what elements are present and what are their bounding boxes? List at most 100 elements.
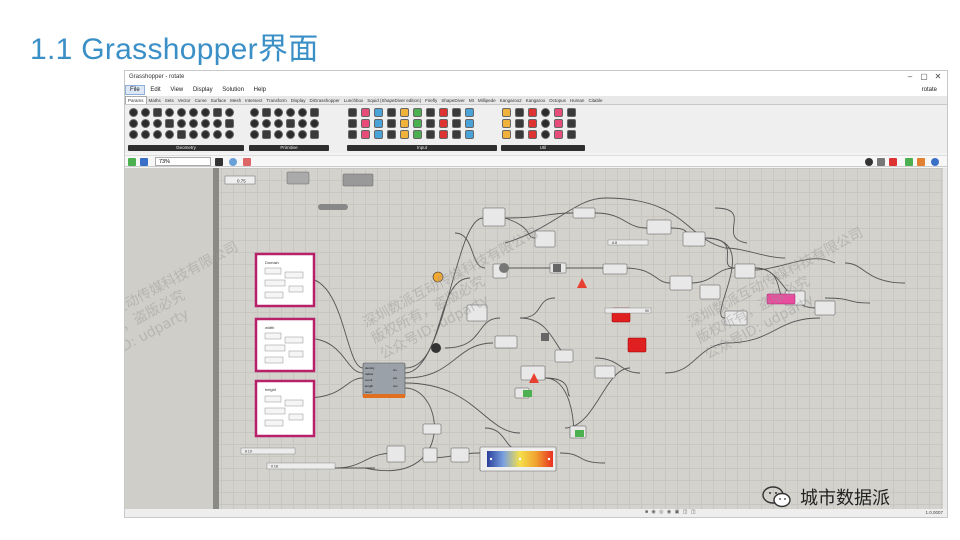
component-icon[interactable] <box>465 108 474 117</box>
component-icon[interactable] <box>141 119 150 128</box>
component-icon[interactable] <box>250 130 259 139</box>
tab-squid-shapediver-edition-[interactable]: Squid (ShapeDiver edition) <box>365 97 423 104</box>
toggle-component[interactable] <box>318 204 348 210</box>
tab-kangaroo[interactable]: Kangaroo <box>524 97 548 104</box>
component-icon[interactable] <box>201 119 210 128</box>
component-icon[interactable] <box>348 108 357 117</box>
component-icon[interactable] <box>502 130 511 139</box>
component-icon[interactable] <box>286 119 295 128</box>
component-icon[interactable] <box>286 108 295 117</box>
tab-citable[interactable]: Citable <box>586 97 604 104</box>
component-node[interactable] <box>669 275 693 291</box>
component-icon[interactable] <box>129 130 138 139</box>
warning-component[interactable] <box>766 293 796 305</box>
component-icon[interactable] <box>348 130 357 139</box>
component-icon[interactable] <box>426 130 435 139</box>
component-icon[interactable] <box>129 108 138 117</box>
error-component[interactable] <box>627 337 647 353</box>
component-icon[interactable] <box>310 130 319 139</box>
component-node[interactable] <box>534 230 556 248</box>
menu-view[interactable]: View <box>166 86 187 94</box>
component-icon[interactable] <box>129 119 138 128</box>
menu-edit[interactable]: Edit <box>146 86 164 94</box>
brush-icon[interactable] <box>243 158 251 166</box>
canvas-scrollbar[interactable] <box>943 168 947 511</box>
bake-icon[interactable] <box>917 158 925 166</box>
component-icon[interactable] <box>541 108 550 117</box>
component-node[interactable] <box>594 365 616 379</box>
component-icon[interactable] <box>201 108 210 117</box>
tab-surface[interactable]: Surface <box>209 97 229 104</box>
component-icon[interactable] <box>439 130 448 139</box>
component-icon[interactable] <box>452 119 461 128</box>
component-icon[interactable] <box>400 108 409 117</box>
component-icon[interactable] <box>225 108 234 117</box>
tab-maths[interactable]: Maths <box>147 97 163 104</box>
component-icon[interactable] <box>165 130 174 139</box>
component-icon[interactable] <box>262 130 271 139</box>
maximize-button[interactable]: ▢ <box>919 72 929 81</box>
gray-node-icon[interactable] <box>499 263 509 273</box>
component-icon[interactable] <box>413 108 422 117</box>
menu-help[interactable]: Help <box>250 86 270 94</box>
tab-params[interactable]: Params <box>125 96 147 104</box>
tab-kangaroo2[interactable]: Kangaroo2 <box>498 97 524 104</box>
component-node[interactable] <box>342 173 374 187</box>
component-node[interactable] <box>422 447 438 463</box>
component-icon[interactable] <box>502 119 511 128</box>
tab-human[interactable]: Human <box>568 97 587 104</box>
component-icon[interactable] <box>189 108 198 117</box>
component-icon[interactable] <box>177 119 186 128</box>
component-icon[interactable] <box>348 119 357 128</box>
component-icon[interactable] <box>452 108 461 117</box>
tab-vector[interactable]: Vector <box>176 97 193 104</box>
component-icon[interactable] <box>177 130 186 139</box>
component-icon[interactable] <box>141 108 150 117</box>
component-icon[interactable] <box>213 108 222 117</box>
component-icon[interactable] <box>426 108 435 117</box>
component-icon[interactable] <box>374 130 383 139</box>
open-file-icon[interactable] <box>128 158 136 166</box>
component-icon[interactable] <box>515 130 524 139</box>
component-node[interactable] <box>386 445 406 463</box>
component-icon[interactable] <box>274 119 283 128</box>
component-icon[interactable] <box>374 108 383 117</box>
shaded-icon[interactable] <box>889 158 897 166</box>
component-icon[interactable] <box>361 119 370 128</box>
gradient-grip[interactable] <box>547 457 551 461</box>
sketch-icon[interactable] <box>215 158 223 166</box>
display-icon[interactable] <box>931 158 939 166</box>
component-icon[interactable] <box>310 108 319 117</box>
component-icon[interactable] <box>165 108 174 117</box>
tab-shapediver[interactable]: ShapeDiver <box>439 97 467 104</box>
component-node[interactable] <box>494 335 518 349</box>
component-node[interactable] <box>450 447 470 463</box>
component-icon[interactable] <box>515 119 524 128</box>
component-icon[interactable] <box>225 130 234 139</box>
component-icon[interactable] <box>286 130 295 139</box>
menu-display[interactable]: Display <box>189 86 217 94</box>
component-icon[interactable] <box>515 108 524 117</box>
tab-transform[interactable]: Transform <box>264 97 288 104</box>
component-icon[interactable] <box>400 130 409 139</box>
menu-solution[interactable]: Solution <box>218 86 248 94</box>
component-icon[interactable] <box>374 119 383 128</box>
component-icon[interactable] <box>177 108 186 117</box>
component-icon[interactable] <box>567 108 576 117</box>
canvas-splitter[interactable] <box>213 168 219 511</box>
component-icon[interactable] <box>274 130 283 139</box>
component-icon[interactable] <box>387 130 396 139</box>
black-node-icon[interactable] <box>431 343 441 353</box>
document-context[interactable]: rotate <box>918 86 941 94</box>
component-icon[interactable] <box>361 108 370 117</box>
orange-node-icon[interactable] <box>432 271 444 283</box>
menu-file[interactable]: File <box>125 85 145 95</box>
component-icon[interactable] <box>426 119 435 128</box>
component-node[interactable] <box>554 349 574 363</box>
component-icon[interactable] <box>298 119 307 128</box>
component-icon[interactable] <box>528 119 537 128</box>
component-node[interactable] <box>286 171 310 185</box>
preview-eye-icon[interactable] <box>229 158 237 166</box>
component-icon[interactable] <box>439 119 448 128</box>
component-node[interactable] <box>646 219 672 235</box>
